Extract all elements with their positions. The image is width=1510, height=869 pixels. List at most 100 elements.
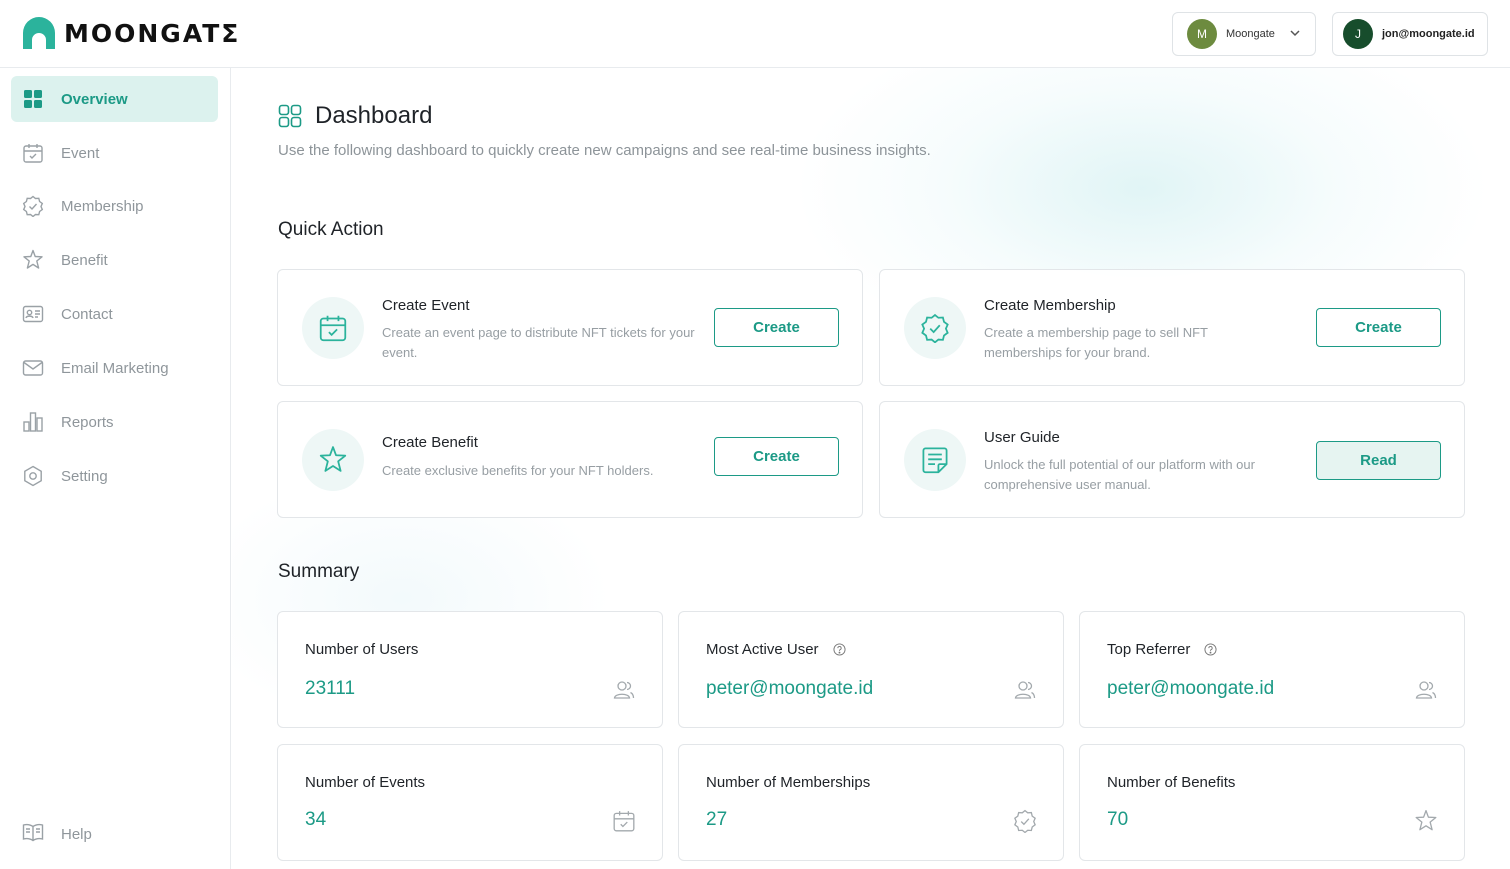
calendar-icon bbox=[22, 142, 44, 164]
users-icon bbox=[1415, 681, 1437, 699]
account-email: jon@moongate.id bbox=[1382, 28, 1475, 40]
quick-action-card-create-event: Create Event Create an event page to dis… bbox=[277, 269, 863, 386]
quick-action-description: Create a membership page to sell NFT mem… bbox=[984, 325, 1208, 360]
bar-chart-icon bbox=[22, 411, 44, 433]
help-circle-icon[interactable] bbox=[832, 643, 846, 656]
quick-action-icon-circle bbox=[904, 297, 966, 359]
sidebar-item-label: Benefit bbox=[61, 251, 108, 269]
quick-action-icon-circle bbox=[302, 429, 364, 491]
star-icon bbox=[1415, 809, 1437, 831]
quick-action-title: User Guide bbox=[984, 429, 1060, 446]
main-content: Dashboard Use the following dashboard to… bbox=[232, 68, 1510, 869]
quick-action-icon-circle bbox=[904, 429, 966, 491]
summary-card-events: Number of Events 34 bbox=[277, 744, 663, 861]
badge-check-icon bbox=[921, 313, 949, 343]
summary-value: 70 bbox=[1107, 809, 1129, 830]
quick-action-card-create-benefit: Create Benefit Create exclusive benefits… bbox=[277, 401, 863, 518]
page-header: Dashboard bbox=[278, 102, 432, 130]
sidebar-item-label: Reports bbox=[61, 413, 114, 431]
summary-label-text: Number of Memberships bbox=[706, 774, 871, 791]
summary-label-text: Most Active User bbox=[706, 641, 819, 658]
create-benefit-button[interactable]: Create bbox=[714, 437, 839, 476]
calendar-icon bbox=[319, 315, 347, 342]
brand-name: MOONGATΣ bbox=[64, 18, 241, 48]
page-title: Dashboard bbox=[315, 102, 433, 129]
sidebar-item-overview[interactable]: Overview bbox=[11, 76, 218, 122]
quick-action-card-create-membership: Create Membership Create a membership pa… bbox=[879, 269, 1465, 386]
summary-label: Number of Memberships bbox=[706, 774, 870, 791]
users-icon bbox=[1014, 681, 1036, 699]
quick-action-heading: Quick Action bbox=[278, 219, 384, 240]
org-name: Moongate bbox=[1226, 28, 1275, 40]
summary-value: peter@moongate.id bbox=[1107, 678, 1275, 699]
sidebar-item-setting[interactable]: Setting bbox=[11, 453, 218, 499]
star-icon bbox=[22, 249, 44, 271]
quick-action-icon-circle bbox=[302, 297, 364, 359]
summary-label: Number of Events bbox=[305, 774, 425, 791]
summary-label: Top Referrer bbox=[1107, 641, 1217, 658]
summary-label-text: Number of Users bbox=[305, 641, 419, 658]
quick-action-description: Unlock the full potential of our platfor… bbox=[984, 457, 1255, 492]
summary-heading: Summary bbox=[278, 561, 360, 582]
summary-label: Number of Benefits bbox=[1107, 774, 1235, 791]
summary-value: 27 bbox=[706, 809, 728, 830]
summary-value: peter@moongate.id bbox=[706, 678, 874, 699]
book-icon bbox=[22, 821, 44, 848]
sidebar-item-label: Event bbox=[61, 144, 100, 162]
quick-action-card-user-guide: User Guide Unlock the full potential of … bbox=[879, 401, 1465, 518]
summary-label: Most Active User bbox=[706, 641, 846, 658]
organization-switcher[interactable]: M Moongate bbox=[1172, 12, 1316, 56]
grid-icon bbox=[22, 88, 44, 110]
org-avatar: M bbox=[1187, 19, 1217, 49]
settings-icon bbox=[22, 465, 44, 487]
summary-card-most-active-user: Most Active User peter@moongate.id bbox=[678, 611, 1064, 728]
sidebar-item-label: Email Marketing bbox=[61, 359, 169, 377]
badge-check-icon bbox=[1014, 809, 1036, 833]
star-icon bbox=[319, 446, 347, 472]
quick-action-title: Create Membership bbox=[984, 297, 1116, 314]
sidebar-item-reports[interactable]: Reports bbox=[11, 399, 218, 445]
moongate-logo-icon bbox=[23, 17, 55, 49]
summary-value: 23111 bbox=[305, 678, 356, 699]
account-avatar: J bbox=[1343, 19, 1373, 49]
top-header: MOONGATΣ M Moongate J jon@moongate.id bbox=[0, 0, 1510, 68]
quick-action-title: Create Event bbox=[382, 297, 470, 314]
sidebar-item-help[interactable]: Help bbox=[22, 821, 92, 848]
summary-card-users: Number of Users 23111 bbox=[277, 611, 663, 728]
summary-value: 34 bbox=[305, 809, 327, 830]
sidebar-item-label: Setting bbox=[61, 467, 108, 485]
help-circle-icon[interactable] bbox=[1204, 643, 1217, 656]
sidebar-item-email-marketing[interactable]: Email Marketing bbox=[11, 345, 218, 391]
sidebar-item-contact[interactable]: Contact bbox=[11, 291, 218, 337]
quick-action-description: Create an event page to distribute NFT t… bbox=[382, 325, 695, 360]
chevron-down-icon bbox=[1290, 30, 1300, 37]
sidebar: Overview Event Membership Benefit Contac… bbox=[0, 68, 231, 869]
dashboard-icon bbox=[278, 104, 302, 128]
users-icon bbox=[613, 681, 635, 699]
contact-card-icon bbox=[22, 303, 44, 325]
page-subtitle: Use the following dashboard to quickly c… bbox=[278, 142, 931, 159]
read-user-guide-button[interactable]: Read bbox=[1316, 441, 1441, 480]
create-event-button[interactable]: Create bbox=[714, 308, 839, 347]
sidebar-item-label: Membership bbox=[61, 197, 144, 215]
quick-action-title: Create Benefit bbox=[382, 434, 478, 451]
sidebar-item-benefit[interactable]: Benefit bbox=[11, 237, 218, 283]
summary-label-text: Number of Benefits bbox=[1107, 774, 1236, 791]
create-membership-button[interactable]: Create bbox=[1316, 308, 1441, 347]
summary-card-top-referrer: Top Referrer peter@moongate.id bbox=[1079, 611, 1465, 728]
calendar-icon bbox=[613, 811, 635, 832]
badge-check-icon bbox=[22, 195, 44, 217]
quick-action-description: Create exclusive benefits for your NFT h… bbox=[382, 463, 654, 478]
summary-card-memberships: Number of Memberships 27 bbox=[678, 744, 1064, 861]
summary-label-text: Number of Events bbox=[305, 774, 426, 791]
mail-icon bbox=[22, 357, 44, 379]
summary-card-benefits: Number of Benefits 70 bbox=[1079, 744, 1465, 861]
account-menu[interactable]: J jon@moongate.id bbox=[1332, 12, 1488, 56]
sidebar-item-membership[interactable]: Membership bbox=[11, 183, 218, 229]
sidebar-item-label: Overview bbox=[61, 90, 128, 108]
moongate-logo[interactable]: MOONGATΣ bbox=[22, 16, 240, 50]
summary-label-text: Top Referrer bbox=[1107, 641, 1191, 658]
sidebar-item-event[interactable]: Event bbox=[11, 130, 218, 176]
sidebar-item-label: Contact bbox=[61, 305, 113, 323]
document-icon bbox=[922, 447, 948, 474]
